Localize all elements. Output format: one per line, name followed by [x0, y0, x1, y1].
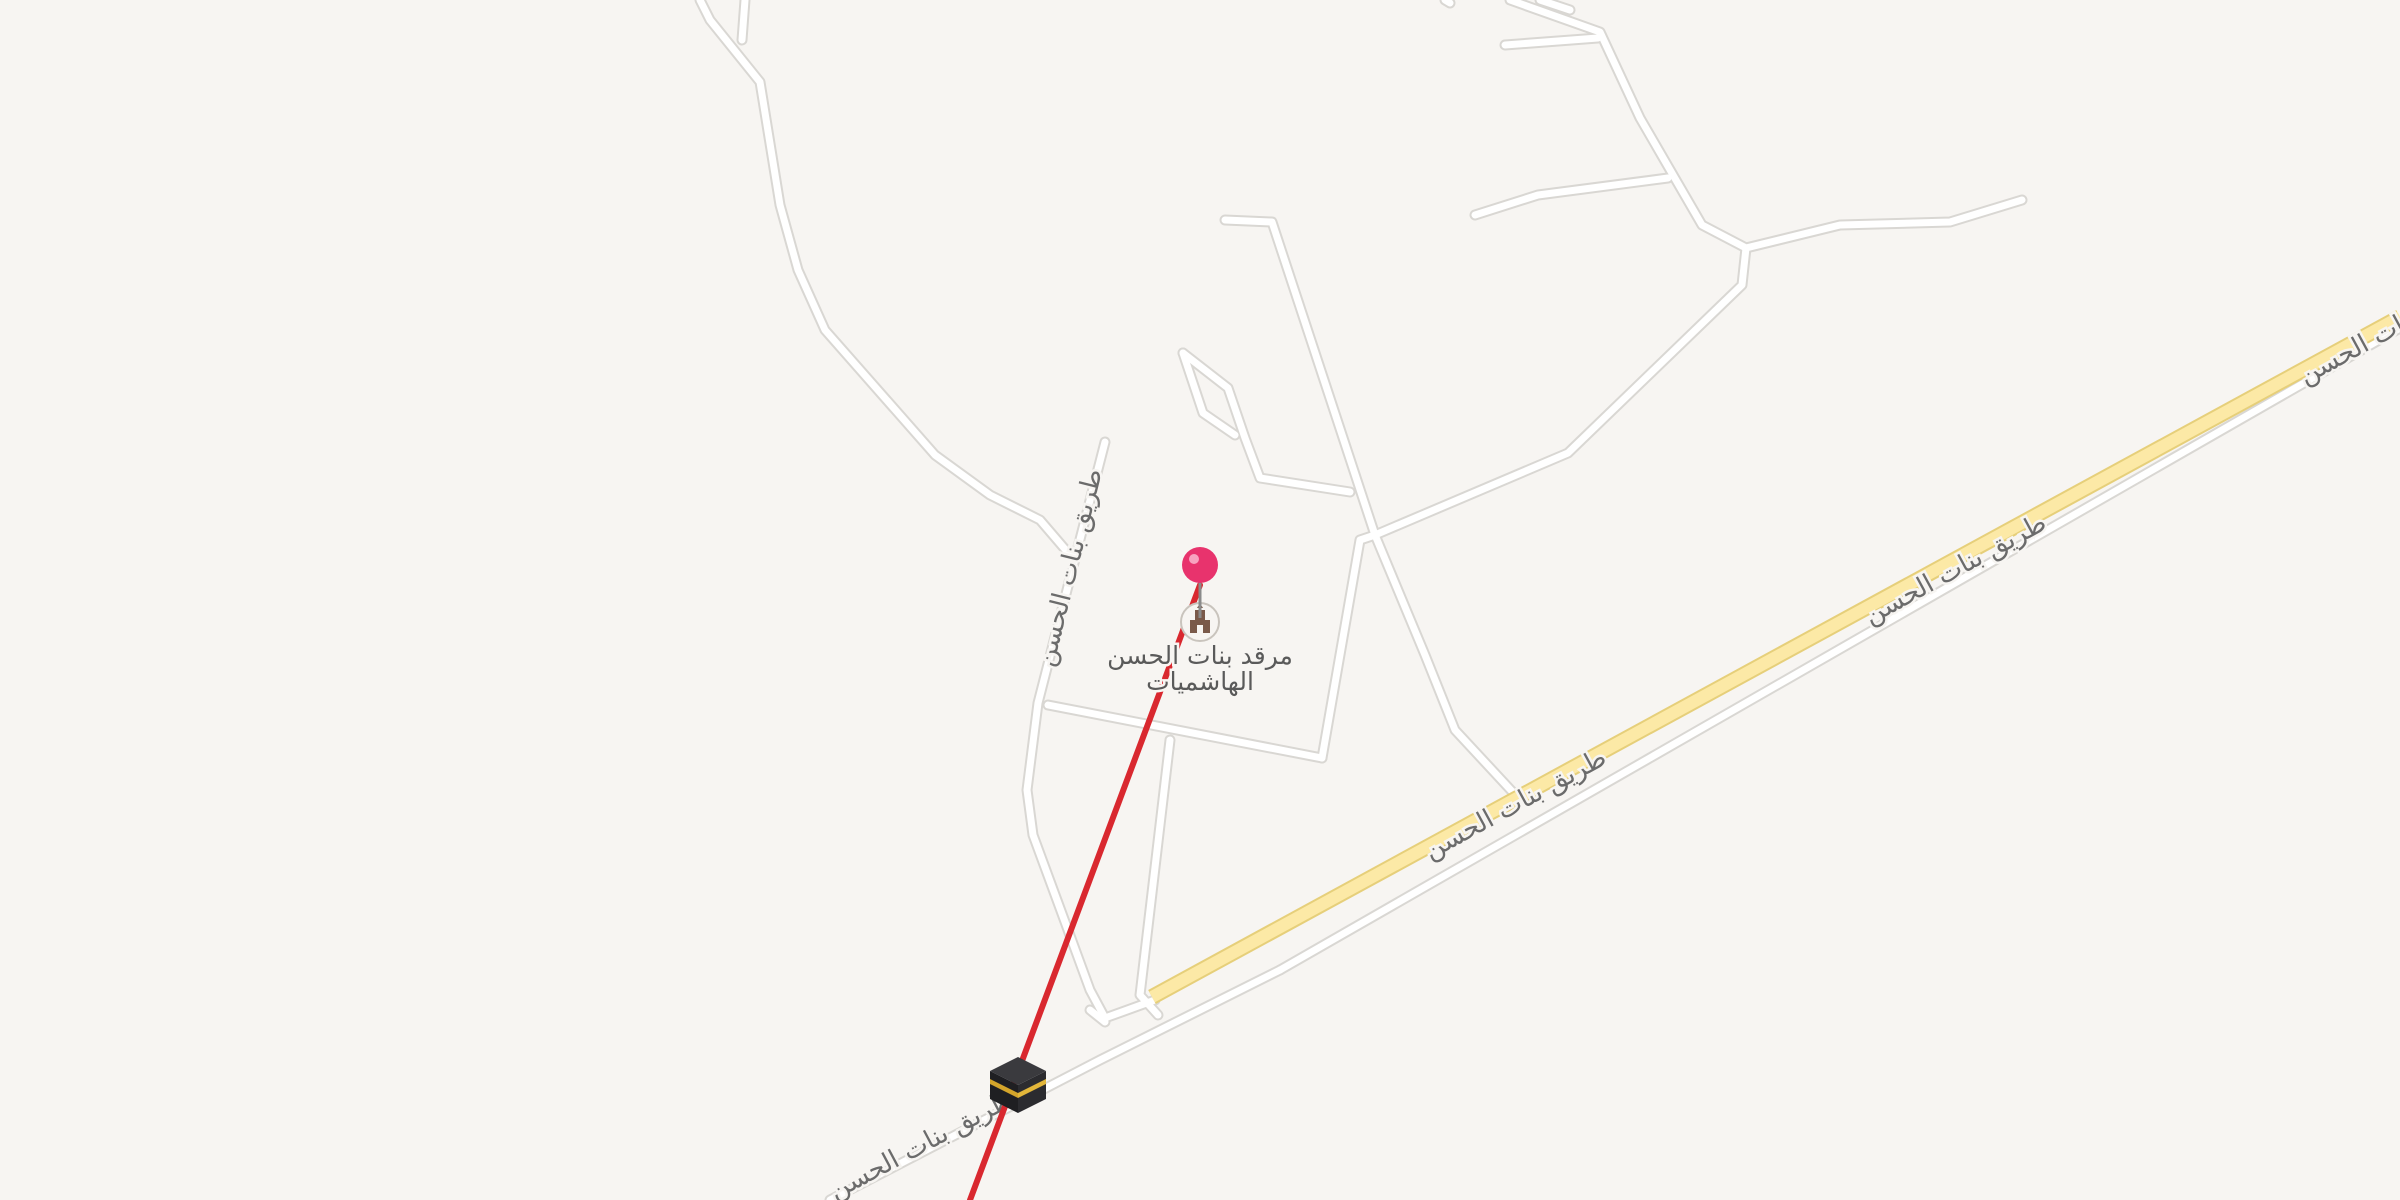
poi-label-line1: مرقد بنات الحسن [1107, 641, 1293, 670]
map-canvas[interactable]: طريق بنات الحسن طريق بنات الحسن طريق بنا… [0, 0, 2400, 1200]
poi-label-line2: الهاشميات [1146, 667, 1254, 697]
